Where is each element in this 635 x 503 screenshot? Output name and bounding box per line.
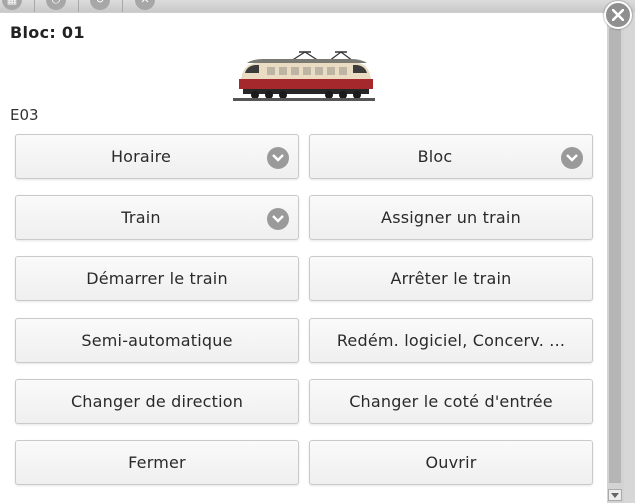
bloc-select[interactable]: Bloc xyxy=(309,134,593,179)
semi-automatic-button[interactable]: Semi-automatique xyxy=(15,318,299,363)
train-select[interactable]: Train xyxy=(15,195,299,240)
power-icon[interactable]: ⏻ xyxy=(46,0,66,10)
chevron-down-icon xyxy=(561,147,583,169)
block-dialog: Bloc: 01 E03 Horaire Bloc Train Assigner… xyxy=(0,12,607,503)
assign-train-button[interactable]: Assigner un train xyxy=(309,195,593,240)
close-block-button[interactable]: Fermer xyxy=(15,440,299,485)
train-select-label: Train xyxy=(121,208,161,227)
scroll-down-icon[interactable] xyxy=(608,489,622,501)
dialog-title: Bloc: 01 xyxy=(10,23,85,42)
toolbar-divider xyxy=(122,0,123,12)
bloc-select-label: Bloc xyxy=(417,147,453,166)
top-toolbar: ▦ ⏻ ↻ ✕ xyxy=(0,0,635,12)
close-icon[interactable]: ✕ xyxy=(135,0,155,10)
horaire-select-label: Horaire xyxy=(110,147,172,166)
block-subtitle: E03 xyxy=(10,106,39,124)
chevron-down-icon xyxy=(267,208,289,230)
horaire-select[interactable]: Horaire xyxy=(15,134,299,179)
change-entry-side-button[interactable]: Changer le coté d'entrée xyxy=(309,379,593,424)
toolbar-divider xyxy=(78,0,79,12)
toolbar-divider xyxy=(34,0,35,12)
close-icon[interactable] xyxy=(604,1,632,29)
open-block-button[interactable]: Ouvrir xyxy=(309,440,593,485)
scrollbar-thumb[interactable] xyxy=(609,28,621,483)
restart-software-button[interactable]: Redém. logiciel, Concerv. ... xyxy=(309,318,593,363)
stop-train-button[interactable]: Arrêter le train xyxy=(309,256,593,301)
change-direction-button[interactable]: Changer de direction xyxy=(15,379,299,424)
refresh-icon[interactable]: ↻ xyxy=(90,0,110,10)
start-train-button[interactable]: Démarrer le train xyxy=(15,256,299,301)
grid-icon[interactable]: ▦ xyxy=(2,0,22,10)
dialog-scrollbar[interactable] xyxy=(607,28,624,503)
chevron-down-icon xyxy=(267,147,289,169)
locomotive-image xyxy=(233,49,375,101)
